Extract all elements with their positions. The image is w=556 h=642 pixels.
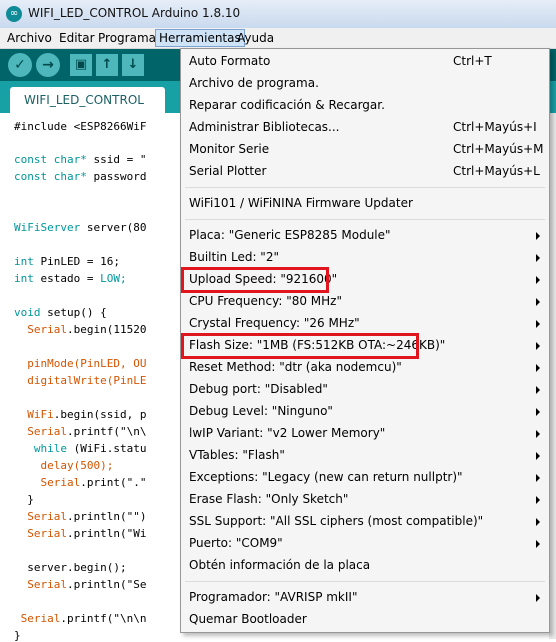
menu-separator <box>185 219 545 220</box>
menu-ayuda[interactable]: Ayuda <box>234 30 277 46</box>
code-line: WiFi.begin(ssid, p <box>27 408 147 421</box>
code-line: Serial.begin(11520 <box>27 323 147 336</box>
code-line: Serial.println("Wi <box>27 527 147 540</box>
submenu-arrow-icon <box>536 298 540 306</box>
menu-item-board-info[interactable]: Obtén información de la placa <box>181 556 549 576</box>
code-line: } <box>14 629 21 642</box>
menu-item-bibliotecas[interactable]: Administrar Bibliotecas... Ctrl+Mayús+I <box>181 118 549 138</box>
code-line: while (WiFi.statu <box>33 442 147 455</box>
code-line: Serial.println("Se <box>27 578 147 591</box>
menu-item-reset-method[interactable]: Reset Method: "dtr (aka nodemcu)" <box>181 358 549 378</box>
menu-separator <box>185 581 545 582</box>
code-line: void setup() { <box>14 306 107 319</box>
code-line: Serial.printf("\n\ <box>27 425 147 438</box>
code-line: Serial.println("") <box>27 510 147 523</box>
tab-sketch[interactable]: WIFI_LED_CONTROL <box>10 87 165 113</box>
menu-herramientas[interactable]: Herramientas <box>155 29 245 47</box>
submenu-arrow-icon <box>536 540 540 548</box>
code-line: WiFiServer server(80 <box>14 221 147 234</box>
submenu-arrow-icon <box>536 408 540 416</box>
code-line: } <box>27 493 34 506</box>
submenu-arrow-icon <box>536 518 540 526</box>
code-line: int estado = LOW; <box>14 272 127 285</box>
menu-item-programador[interactable]: Programador: "AVRISP mkII" <box>181 588 549 608</box>
herramientas-dropdown: Auto Formato Ctrl+T Archivo de programa. … <box>180 48 550 633</box>
arduino-logo-icon: ∞ <box>6 6 22 22</box>
submenu-arrow-icon <box>536 452 540 460</box>
code-line: #include <ESP8266WiF <box>14 120 147 133</box>
menu-item-ssl-support[interactable]: SSL Support: "All SSL ciphers (most comp… <box>181 512 549 532</box>
code-line: digitalWrite(PinLE <box>27 374 147 387</box>
menu-item-firmware-updater[interactable]: WiFi101 / WiFiNINA Firmware Updater <box>181 194 549 214</box>
save-icon[interactable]: ↓ <box>122 54 144 76</box>
menu-item-quemar-bootloader[interactable]: Quemar Bootloader <box>181 610 549 630</box>
new-icon[interactable]: ▣ <box>70 54 92 76</box>
menu-separator <box>185 187 545 188</box>
code-line: pinMode(PinLED, OU <box>27 357 147 370</box>
submenu-arrow-icon <box>536 386 540 394</box>
code-line: Serial.printf("\n\n <box>20 612 147 625</box>
menu-item-debug-level[interactable]: Debug Level: "Ninguno" <box>181 402 549 422</box>
submenu-arrow-icon <box>536 342 540 350</box>
submenu-arrow-icon <box>536 276 540 284</box>
menu-item-exceptions[interactable]: Exceptions: "Legacy (new can return null… <box>181 468 549 488</box>
menu-item-debug-port[interactable]: Debug port: "Disabled" <box>181 380 549 400</box>
menu-item-reparar[interactable]: Reparar codificación & Recargar. <box>181 96 549 116</box>
menu-programa[interactable]: Programa <box>95 30 159 46</box>
code-line: int PinLED = 16; <box>14 255 120 268</box>
submenu-arrow-icon <box>536 496 540 504</box>
menu-item-serial-plotter[interactable]: Serial Plotter Ctrl+Mayús+L <box>181 162 549 182</box>
submenu-arrow-icon <box>536 430 540 438</box>
submenu-arrow-icon <box>536 254 540 262</box>
menu-item-placa[interactable]: Placa: "Generic ESP8285 Module" <box>181 226 549 246</box>
submenu-arrow-icon <box>536 232 540 240</box>
menu-archivo[interactable]: Archivo <box>4 30 55 46</box>
menu-editar[interactable]: Editar <box>56 30 98 46</box>
open-icon[interactable]: ↑ <box>96 54 118 76</box>
submenu-arrow-icon <box>536 594 540 602</box>
code-line: Serial.print("." <box>40 476 147 489</box>
menu-item-vtables[interactable]: VTables: "Flash" <box>181 446 549 466</box>
submenu-arrow-icon <box>536 364 540 372</box>
submenu-arrow-icon <box>536 320 540 328</box>
menu-item-cpu-frequency[interactable]: CPU Frequency: "80 MHz" <box>181 292 549 312</box>
code-line: server.begin(); <box>27 561 127 574</box>
upload-icon[interactable]: → <box>36 53 60 77</box>
submenu-arrow-icon <box>536 474 540 482</box>
code-line: delay(500); <box>40 459 114 472</box>
code-line: const char* ssid = " <box>14 153 147 166</box>
menu-item-crystal-frequency[interactable]: Crystal Frequency: "26 MHz" <box>181 314 549 334</box>
title-bar: ∞ WIFI_LED_CONTROL Arduino 1.8.10 <box>0 0 556 29</box>
tab-label: WIFI_LED_CONTROL <box>24 93 144 107</box>
menu-item-lwip-variant[interactable]: lwIP Variant: "v2 Lower Memory" <box>181 424 549 444</box>
menu-item-erase-flash[interactable]: Erase Flash: "Only Sketch" <box>181 490 549 510</box>
code-line: const char* password <box>14 170 147 183</box>
highlight-box-flash-size <box>181 333 419 359</box>
menu-item-monitor-serie[interactable]: Monitor Serie Ctrl+Mayús+M <box>181 140 549 160</box>
menu-item-auto-formato[interactable]: Auto Formato Ctrl+T <box>181 52 549 72</box>
menu-item-archivo-programa[interactable]: Archivo de programa. <box>181 74 549 94</box>
window-title: WIFI_LED_CONTROL Arduino 1.8.10 <box>28 6 241 20</box>
menu-item-puerto[interactable]: Puerto: "COM9" <box>181 534 549 554</box>
highlight-box-upload-speed <box>181 267 329 293</box>
verify-icon[interactable]: ✓ <box>8 53 32 77</box>
menu-bar: Archivo Editar Programa Herramientas Ayu… <box>0 28 556 49</box>
editor-scrollbar[interactable] <box>549 113 556 639</box>
menu-item-builtin-led[interactable]: Builtin Led: "2" <box>181 248 549 268</box>
